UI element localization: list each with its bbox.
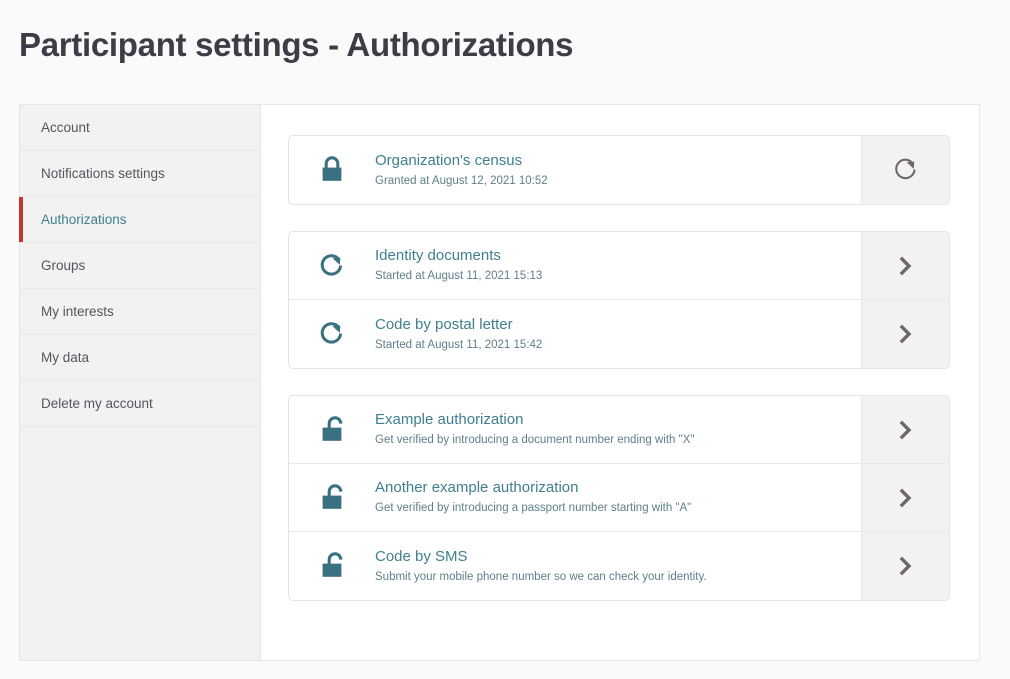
lock-closed-icon <box>322 156 342 181</box>
authorization-subtitle: Granted at August 12, 2021 10:52 <box>375 174 548 187</box>
chevron-right-icon <box>899 488 911 507</box>
authorization-row: Code by postal letter Started at August 1… <box>289 300 949 368</box>
authorization-title-link[interactable]: Organization's census <box>375 151 849 171</box>
authorization-text: Identity documents Started at August 11, … <box>375 232 861 299</box>
sidebar-item-label: My data <box>41 350 90 365</box>
sidebar-item-my-data[interactable]: My data <box>20 335 260 381</box>
authorizations-panel: Organization's census Granted at August 1… <box>260 104 980 661</box>
lock-open-icon-wrapper <box>289 396 375 463</box>
sidebar-item-authorizations[interactable]: Authorizations <box>19 197 260 243</box>
renew-authorization-button[interactable] <box>861 136 949 204</box>
authorization-text: Code by postal letter Started at August 1… <box>375 300 861 368</box>
authorization-text: Another example authorization Get verifie… <box>375 464 861 531</box>
authorization-group-pending-authorizations: Identity documents Started at August 11, … <box>288 231 950 369</box>
sidebar-item-groups[interactable]: Groups <box>20 243 260 289</box>
authorization-text: Example authorization Get verified by int… <box>375 396 861 463</box>
sidebar-item-label: Authorizations <box>41 212 127 227</box>
authorization-title-link[interactable]: Identity documents <box>375 246 849 266</box>
authorization-group-granted-authorizations: Organization's census Granted at August 1… <box>288 135 950 205</box>
chevron-right-icon <box>899 324 911 344</box>
start-authorization-button[interactable] <box>861 300 949 368</box>
sidebar-item-label: Account <box>41 120 90 135</box>
refresh-icon <box>320 322 343 344</box>
sidebar-item-label: Delete my account <box>41 396 153 411</box>
start-authorization-button[interactable] <box>861 232 949 299</box>
authorization-subtitle: Started at August 11, 2021 15:13 <box>375 270 543 283</box>
refresh-circle-icon-wrapper <box>289 300 375 368</box>
refresh-icon <box>320 253 343 276</box>
lock-open-icon <box>322 483 343 509</box>
sidebar-item-label: My interests <box>41 304 114 319</box>
authorization-row: Example authorization Get verified by int… <box>289 396 949 464</box>
sidebar-item-delete-my-account[interactable]: Delete my account <box>20 381 260 427</box>
chevron-right-icon <box>899 420 911 439</box>
start-authorization-button[interactable] <box>861 532 949 600</box>
authorization-title-link[interactable]: Code by postal letter <box>375 315 849 335</box>
lock-open-icon <box>322 415 343 441</box>
authorization-row: Identity documents Started at August 11, … <box>289 232 949 300</box>
sidebar-item-notifications-settings[interactable]: Notifications settings <box>20 151 260 197</box>
lock-open-icon-wrapper <box>289 532 375 600</box>
start-authorization-button[interactable] <box>861 464 949 531</box>
authorization-subtitle: Started at August 11, 2021 15:42 <box>375 338 543 351</box>
settings-sidebar: Account Notifications settings Authorizati… <box>19 104 260 661</box>
authorization-title-link[interactable]: Code by SMS <box>375 547 849 567</box>
lock-open-icon <box>322 552 343 577</box>
authorization-subtitle: Get verified by introducing a passport n… <box>375 502 692 515</box>
sidebar-item-account[interactable]: Account <box>20 105 260 151</box>
authorization-subtitle: Submit your mobile phone number so we ca… <box>375 570 707 583</box>
sidebar-item-label: Groups <box>41 258 86 273</box>
authorization-text: Code by SMS Submit your mobile phone numb… <box>375 532 861 600</box>
refresh-circle-icon-wrapper <box>289 232 375 299</box>
start-authorization-button[interactable] <box>861 396 949 463</box>
sidebar-item-label: Notifications settings <box>41 166 165 181</box>
authorization-text: Organization's census Granted at August 1… <box>375 136 861 204</box>
lock-closed-icon-wrapper <box>289 136 375 204</box>
refresh-icon <box>894 158 916 180</box>
sidebar-item-my-interests[interactable]: My interests <box>20 289 260 335</box>
authorization-group-available-authorizations: Example authorization Get verified by int… <box>288 395 950 601</box>
authorization-title-link[interactable]: Another example authorization <box>375 478 849 498</box>
authorization-row: Code by SMS Submit your mobile phone numb… <box>289 532 949 600</box>
chevron-right-icon <box>899 256 911 275</box>
lock-open-icon-wrapper <box>289 464 375 531</box>
authorization-row: Another example authorization Get verifie… <box>289 464 949 532</box>
authorization-row: Organization's census Granted at August 1… <box>289 136 949 204</box>
page-title: Participant settings - Authorizations <box>19 26 574 63</box>
authorization-subtitle: Get verified by introducing a document n… <box>375 434 695 447</box>
chevron-right-icon <box>899 556 911 576</box>
authorization-title-link[interactable]: Example authorization <box>375 410 849 430</box>
settings-layout: Account Notifications settings Authorizati… <box>19 104 980 661</box>
